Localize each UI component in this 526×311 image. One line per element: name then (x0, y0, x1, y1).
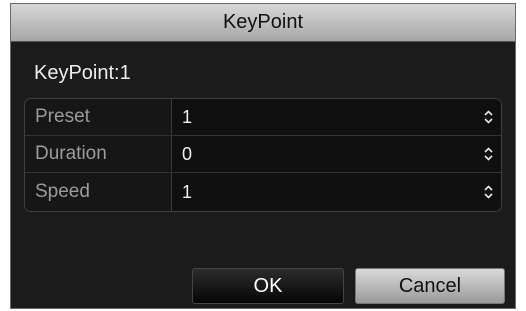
speed-value[interactable]: 1 (182, 182, 192, 203)
dialog-title-bar: KeyPoint (11, 4, 515, 42)
preset-value[interactable]: 1 (182, 107, 192, 128)
keypoint-parameters-table: Preset 1 Duration 0 Speed 1 (24, 98, 502, 212)
cancel-button[interactable]: Cancel (355, 268, 505, 304)
preset-row: Preset 1 (25, 99, 501, 136)
ok-button[interactable]: OK (192, 268, 344, 304)
preset-label: Preset (25, 99, 172, 135)
speed-row: Speed 1 (25, 173, 501, 211)
up-down-spinner-icon[interactable] (484, 185, 493, 199)
keypoint-label: KeyPoint:1 (34, 62, 131, 84)
preset-spinbox[interactable]: 1 (172, 99, 501, 135)
speed-spinbox[interactable]: 1 (172, 173, 501, 211)
duration-row: Duration 0 (25, 136, 501, 173)
speed-label: Speed (25, 173, 172, 211)
up-down-spinner-icon[interactable] (484, 147, 493, 161)
duration-label: Duration (25, 136, 172, 172)
up-down-spinner-icon[interactable] (484, 110, 493, 124)
keypoint-dialog: KeyPoint KeyPoint:1 Preset 1 Duration 0 (10, 3, 516, 309)
duration-spinbox[interactable]: 0 (172, 136, 501, 172)
duration-value[interactable]: 0 (182, 144, 192, 165)
dialog-title: KeyPoint (222, 11, 304, 33)
